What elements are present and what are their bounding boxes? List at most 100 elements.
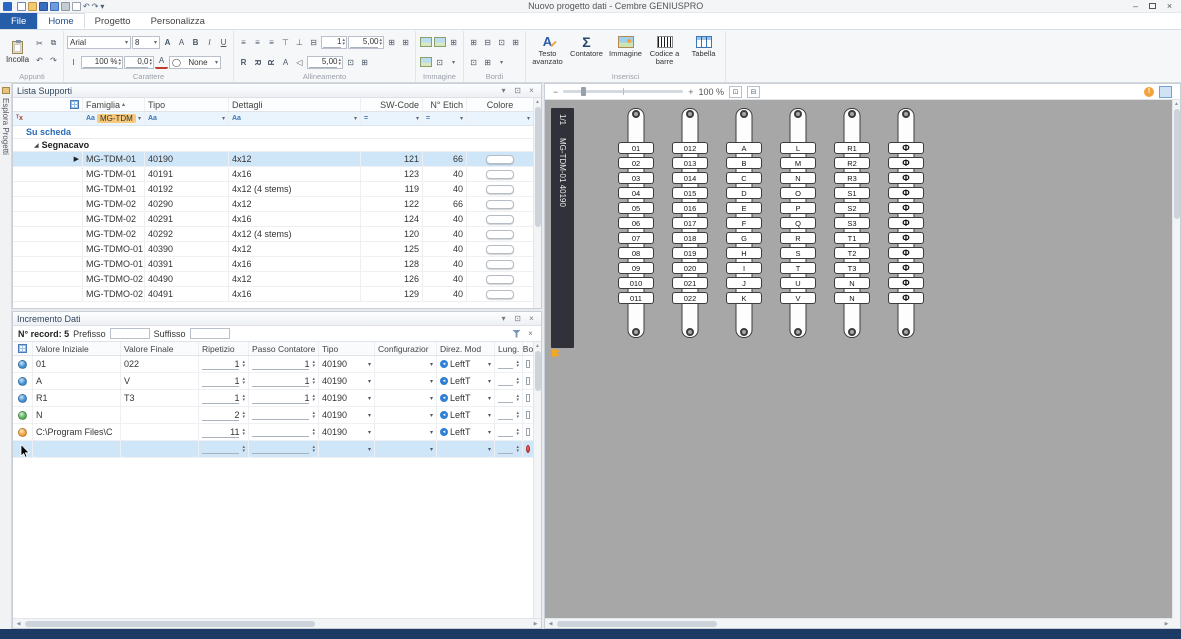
save-icon[interactable] (39, 2, 48, 11)
grid-icon[interactable]: ⊞ (447, 36, 460, 49)
undo-icon[interactable]: ↶ (33, 54, 46, 67)
chevron-down-icon[interactable]: ▾ (430, 412, 433, 419)
spinner-buttons[interactable]: ▴▾ (516, 377, 519, 385)
group-row-segnacavo[interactable]: ◢Segnacavo (13, 139, 533, 152)
label-strip[interactable]: ΦΦΦΦΦΦΦΦΦΦΦ (887, 106, 925, 340)
clear-filter-icon[interactable]: × (525, 329, 536, 338)
chevron-down-icon[interactable]: ▾ (488, 395, 491, 402)
panel-close-icon[interactable]: × (526, 86, 537, 95)
label-image[interactable]: Φ (888, 217, 924, 229)
cell-famiglia[interactable]: MG-TDMO-02 (83, 272, 145, 286)
label-tag[interactable]: 08 (618, 247, 654, 259)
cell-dettagli[interactable]: 4x12 (229, 197, 361, 211)
cell-famiglia[interactable]: MG-TDMO-02 (83, 287, 145, 301)
cell-colore[interactable] (467, 212, 533, 226)
cell-famiglia[interactable]: MG-TDM-02 (83, 197, 145, 211)
spinner-buttons[interactable]: ▴▾ (516, 360, 519, 368)
cell-etich[interactable]: 40 (423, 257, 467, 271)
spinner-buttons[interactable]: ▴▾ (242, 360, 245, 368)
cell-valore-finale[interactable] (121, 424, 199, 440)
cell-valore-finale[interactable] (121, 441, 199, 457)
scroll-up-icon[interactable]: ▲ (535, 342, 540, 350)
spinner-buttons[interactable]: ▴▾ (242, 411, 245, 419)
col-lunghezza[interactable]: Lung. Mc (495, 342, 523, 355)
cell-ripetizioni[interactable]: ▴▾ (199, 441, 249, 457)
col-bo[interactable]: Bo (523, 342, 533, 355)
cell-passo-contatore[interactable]: ▴▾ (249, 441, 319, 457)
chevron-down-icon[interactable]: ▾ (368, 412, 371, 419)
spinner-buttons[interactable]: ▴▾ (242, 377, 245, 385)
label-strip[interactable]: R1R2R3S1S2S3T1T2T3NN (833, 106, 871, 340)
chevron-down-icon[interactable]: ▾ (368, 446, 371, 453)
new-record-row[interactable]: *▴▾▴▾▾▾▾▴▾ (13, 441, 533, 458)
page-tab[interactable]: 1/1 MG-TDM-01 40190 (551, 108, 574, 348)
border-style-icon[interactable]: ⊡ (467, 56, 480, 69)
cell-passo-contatore[interactable]: ▴▾ (249, 407, 319, 423)
label-tag[interactable]: L (780, 142, 816, 154)
label-image[interactable]: Φ (888, 142, 924, 154)
cell-dettagli[interactable]: 4x12 (229, 152, 361, 166)
cell-ripetizioni[interactable]: 1▴▾ (199, 373, 249, 389)
minimize-button[interactable]: – (1127, 1, 1144, 12)
chevron-down-icon[interactable]: ▾ (488, 429, 491, 436)
record-radio[interactable] (526, 445, 530, 453)
prefisso-input[interactable] (110, 328, 150, 339)
label-tag[interactable]: B (726, 157, 762, 169)
rotate-90-icon[interactable]: R (251, 56, 264, 69)
label-tag[interactable]: 015 (672, 187, 708, 199)
label-tag[interactable]: K (726, 292, 762, 304)
label-tag[interactable]: R1 (834, 142, 870, 154)
cell-swcode[interactable]: 128 (361, 257, 423, 271)
insert-advanced-text-button[interactable]: A Testo avanzato (529, 32, 566, 72)
cell-tipo[interactable]: 40291 (145, 212, 229, 226)
spinner-buttons[interactable]: ▴▾ (312, 360, 315, 368)
tree-expanded-icon[interactable]: ◢ (34, 142, 39, 149)
maximize-button[interactable] (1144, 1, 1161, 12)
col-passo-contatore[interactable]: Passo Contatore (249, 342, 319, 355)
label-strip[interactable]: LMNOPQRSTUV (779, 106, 817, 340)
cell-etich[interactable]: 40 (423, 227, 467, 241)
qat-menu-icon[interactable]: ▾ (100, 2, 104, 11)
border-outer-icon[interactable]: ⊡ (495, 36, 508, 49)
col-tipo[interactable]: Tipo (145, 98, 229, 111)
cell-famiglia[interactable]: MG-TDM-02 (83, 227, 145, 241)
label-tag[interactable]: 018 (672, 232, 708, 244)
tab-home[interactable]: Home (37, 13, 84, 29)
chevron-down-icon[interactable]: ▾ (354, 115, 357, 122)
famiglia-filter-value[interactable]: MG-TDM (97, 114, 136, 123)
label-tag[interactable]: F (726, 217, 762, 229)
label-tag[interactable]: 022 (672, 292, 708, 304)
label-tag[interactable]: T (780, 262, 816, 274)
spinner-buttons[interactable]: ▴▾ (516, 445, 519, 453)
cell-dettagli[interactable]: 4x12 (4 stems) (229, 182, 361, 196)
label-tag[interactable]: A (726, 142, 762, 154)
col-configurazione[interactable]: Configurazior (375, 342, 437, 355)
cell-swcode[interactable]: 121 (361, 152, 423, 166)
tab-personalizza[interactable]: Personalizza (141, 13, 215, 29)
fill-select[interactable]: ◯None▾ (169, 56, 221, 69)
cell-configurazione[interactable]: ▾ (375, 407, 437, 423)
label-image[interactable]: Φ (888, 157, 924, 169)
tab-progetto[interactable]: Progetto (85, 13, 141, 29)
spinner-buttons[interactable]: ▴▾ (516, 394, 519, 402)
label-tag[interactable]: 011 (618, 292, 654, 304)
group-row-su-scheda[interactable]: Su scheda (13, 126, 533, 139)
scroll-thumb[interactable] (535, 351, 541, 391)
label-tag[interactable]: E (726, 202, 762, 214)
cell-colore[interactable] (467, 272, 533, 286)
spinner-buttons[interactable]: ▴▾ (312, 377, 315, 385)
cell-ripetizioni[interactable]: 1▴▾ (199, 356, 249, 372)
support-row[interactable]: MG-TDMO-02404904x1212640 (13, 272, 533, 287)
cell-etich[interactable]: 40 (423, 167, 467, 181)
open-icon[interactable] (28, 2, 37, 11)
cell-famiglia[interactable]: MG-TDMO-01 (83, 242, 145, 256)
spinner-buttons[interactable]: ▴▾ (242, 428, 245, 436)
chevron-down-icon[interactable]: ▾ (527, 115, 530, 122)
col-valore-iniziale[interactable]: Valore Iniziale (33, 342, 121, 355)
col-swcode[interactable]: SW-Code (361, 98, 423, 111)
print-preview-icon[interactable] (72, 2, 81, 11)
cell-etich[interactable]: 40 (423, 272, 467, 286)
lista-vscrollbar[interactable]: ▲ (533, 98, 541, 308)
cell-bo[interactable] (523, 441, 533, 457)
support-row[interactable]: MG-TDM-02402924x12 (4 stems)12040 (13, 227, 533, 242)
